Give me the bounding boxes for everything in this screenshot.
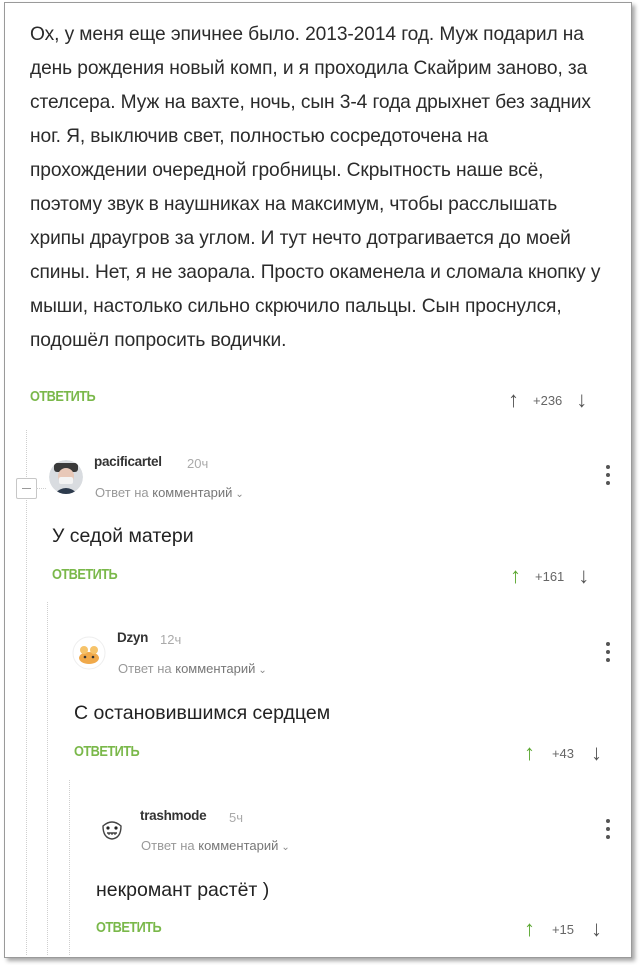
- arrow-up-icon[interactable]: ↑: [508, 388, 519, 412]
- comment-text: некромант растёт ): [96, 879, 270, 901]
- reply-to-link[interactable]: Ответ на комментарий ⌄: [95, 485, 244, 500]
- thread-line: [26, 430, 27, 955]
- arrow-up-icon[interactable]: ↑: [524, 917, 535, 941]
- thread-line: [69, 780, 70, 955]
- arrow-down-icon[interactable]: ↓: [591, 741, 602, 765]
- score-value: +43: [551, 745, 575, 761]
- avatar[interactable]: [49, 460, 83, 494]
- avatar[interactable]: [95, 812, 129, 846]
- vote-bar: ↑ +15 ↓: [524, 917, 602, 941]
- timestamp: 5ч: [229, 810, 244, 825]
- reply-to-link[interactable]: Ответ на комментарий ⌄: [141, 838, 290, 853]
- collapse-thread-button[interactable]: [16, 478, 37, 499]
- arrow-down-icon[interactable]: ↓: [576, 388, 587, 412]
- root-vote-bar: ↑ +236 ↓: [508, 388, 587, 412]
- reply-button[interactable]: ОТВЕТИТЬ: [52, 567, 118, 583]
- username[interactable]: trashmode: [140, 808, 207, 823]
- score-value: +236: [533, 392, 563, 408]
- timestamp: 12ч: [160, 632, 182, 647]
- reply-button[interactable]: ОТВЕТИТЬ: [74, 744, 140, 760]
- reply-target: комментарий: [152, 485, 233, 500]
- root-comment-text: Ох, у меня еще эпичнее было. 2013-2014 г…: [30, 24, 601, 351]
- reply-prefix: Ответ на: [141, 838, 195, 853]
- score-value: +15: [551, 921, 575, 937]
- reply-button[interactable]: ОТВЕТИТЬ: [96, 920, 162, 936]
- arrow-up-icon[interactable]: ↑: [510, 564, 521, 588]
- vote-bar: ↑ +43 ↓: [524, 741, 602, 765]
- reply-prefix: Ответ на: [95, 485, 149, 500]
- more-vertical-icon[interactable]: [606, 642, 610, 666]
- vote-bar: ↑ +161 ↓: [510, 564, 589, 588]
- username[interactable]: pacificartel: [94, 454, 162, 469]
- username[interactable]: Dzyn: [117, 630, 148, 645]
- more-vertical-icon[interactable]: [606, 465, 610, 489]
- reply-target: комментарий: [198, 838, 279, 853]
- arrow-down-icon[interactable]: ↓: [578, 564, 589, 588]
- avatar[interactable]: [72, 636, 106, 670]
- more-vertical-icon[interactable]: [606, 819, 610, 843]
- thread-connector: [36, 488, 46, 489]
- reply-prefix: Ответ на: [118, 661, 172, 676]
- score-value: +161: [535, 568, 565, 584]
- root-reply-button[interactable]: ОТВЕТИТЬ: [30, 389, 96, 405]
- reply-target: комментарий: [175, 661, 256, 676]
- thread-line: [47, 602, 48, 955]
- comment-text: У седой матери: [52, 525, 194, 547]
- arrow-down-icon[interactable]: ↓: [591, 917, 602, 941]
- chevron-down-icon: ⌄: [281, 842, 290, 853]
- chevron-down-icon: ⌄: [258, 665, 267, 676]
- reply-to-link[interactable]: Ответ на комментарий ⌄: [118, 661, 267, 676]
- comment-text: С остановившимся сердцем: [74, 702, 331, 724]
- minus-icon: [22, 488, 31, 489]
- arrow-up-icon[interactable]: ↑: [524, 741, 535, 765]
- timestamp: 20ч: [187, 456, 209, 471]
- chevron-down-icon: ⌄: [235, 489, 244, 500]
